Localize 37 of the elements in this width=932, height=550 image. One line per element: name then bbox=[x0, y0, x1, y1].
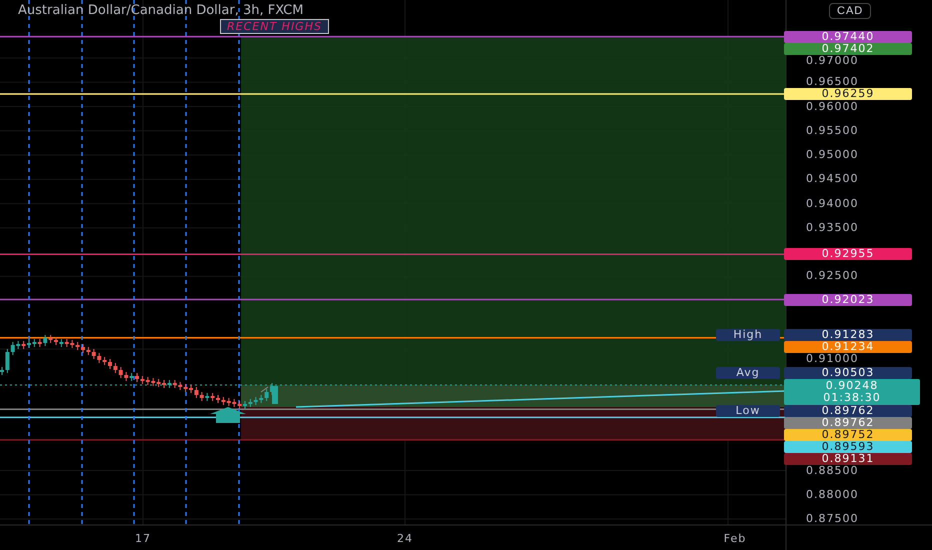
price-axis-label: 0.96500 bbox=[806, 76, 858, 88]
stat-label: Low bbox=[716, 405, 780, 418]
stat-label: Avg bbox=[716, 367, 780, 380]
currency-button[interactable]: CAD bbox=[829, 3, 872, 19]
price-tag: 0.92955 bbox=[784, 248, 912, 260]
time-axis-label: Feb bbox=[724, 532, 746, 545]
price-axis-label: 0.92500 bbox=[806, 270, 858, 282]
price-axis-label: 0.97000 bbox=[806, 54, 858, 67]
price-axis-label: 0.95000 bbox=[806, 149, 858, 162]
price-axis-label: 0.88000 bbox=[806, 488, 858, 501]
price-tag: 0.96259 bbox=[784, 88, 912, 100]
price-axis-label: 0.93500 bbox=[806, 222, 858, 234]
price-tag: 0.90248 01:38:30 bbox=[784, 379, 920, 406]
price-tag: 0.89593 bbox=[784, 441, 912, 454]
price-axis-label: 0.94500 bbox=[806, 173, 858, 186]
price-axis-label: 0.87500 bbox=[806, 512, 858, 525]
price-tag: 0.89752 bbox=[784, 429, 912, 442]
time-axis-label: 24 bbox=[397, 532, 413, 545]
stat-label: High bbox=[716, 329, 780, 342]
price-axis-label: 0.96000 bbox=[806, 100, 858, 113]
price-tag: 0.92023 bbox=[784, 294, 912, 306]
price-tag: 0.97440 bbox=[784, 30, 912, 43]
price-axis-label: 0.88500 bbox=[806, 465, 858, 478]
price-axis-label: 0.94000 bbox=[806, 198, 858, 210]
time-axis-label: 17 bbox=[135, 532, 151, 545]
price-axis-label: 0.91000 bbox=[806, 353, 858, 366]
price-tag: 0.89131 bbox=[784, 453, 912, 466]
price-tag: 0.91283 bbox=[784, 329, 912, 342]
chart-title: Australian Dollar/Canadian Dollar, 3h, FXCM bbox=[18, 3, 304, 18]
price-tag: 0.89762 bbox=[784, 405, 912, 418]
drawing-line bbox=[260, 386, 268, 392]
price-tag: 0.89762 bbox=[784, 417, 912, 430]
price-tag: 0.97402 bbox=[784, 42, 912, 55]
up-arrow-icon bbox=[210, 407, 246, 423]
price-tag: 0.91234 bbox=[784, 341, 912, 354]
price-tag: 0.90503 bbox=[784, 367, 912, 380]
price-axis-label: 0.95500 bbox=[806, 124, 858, 137]
